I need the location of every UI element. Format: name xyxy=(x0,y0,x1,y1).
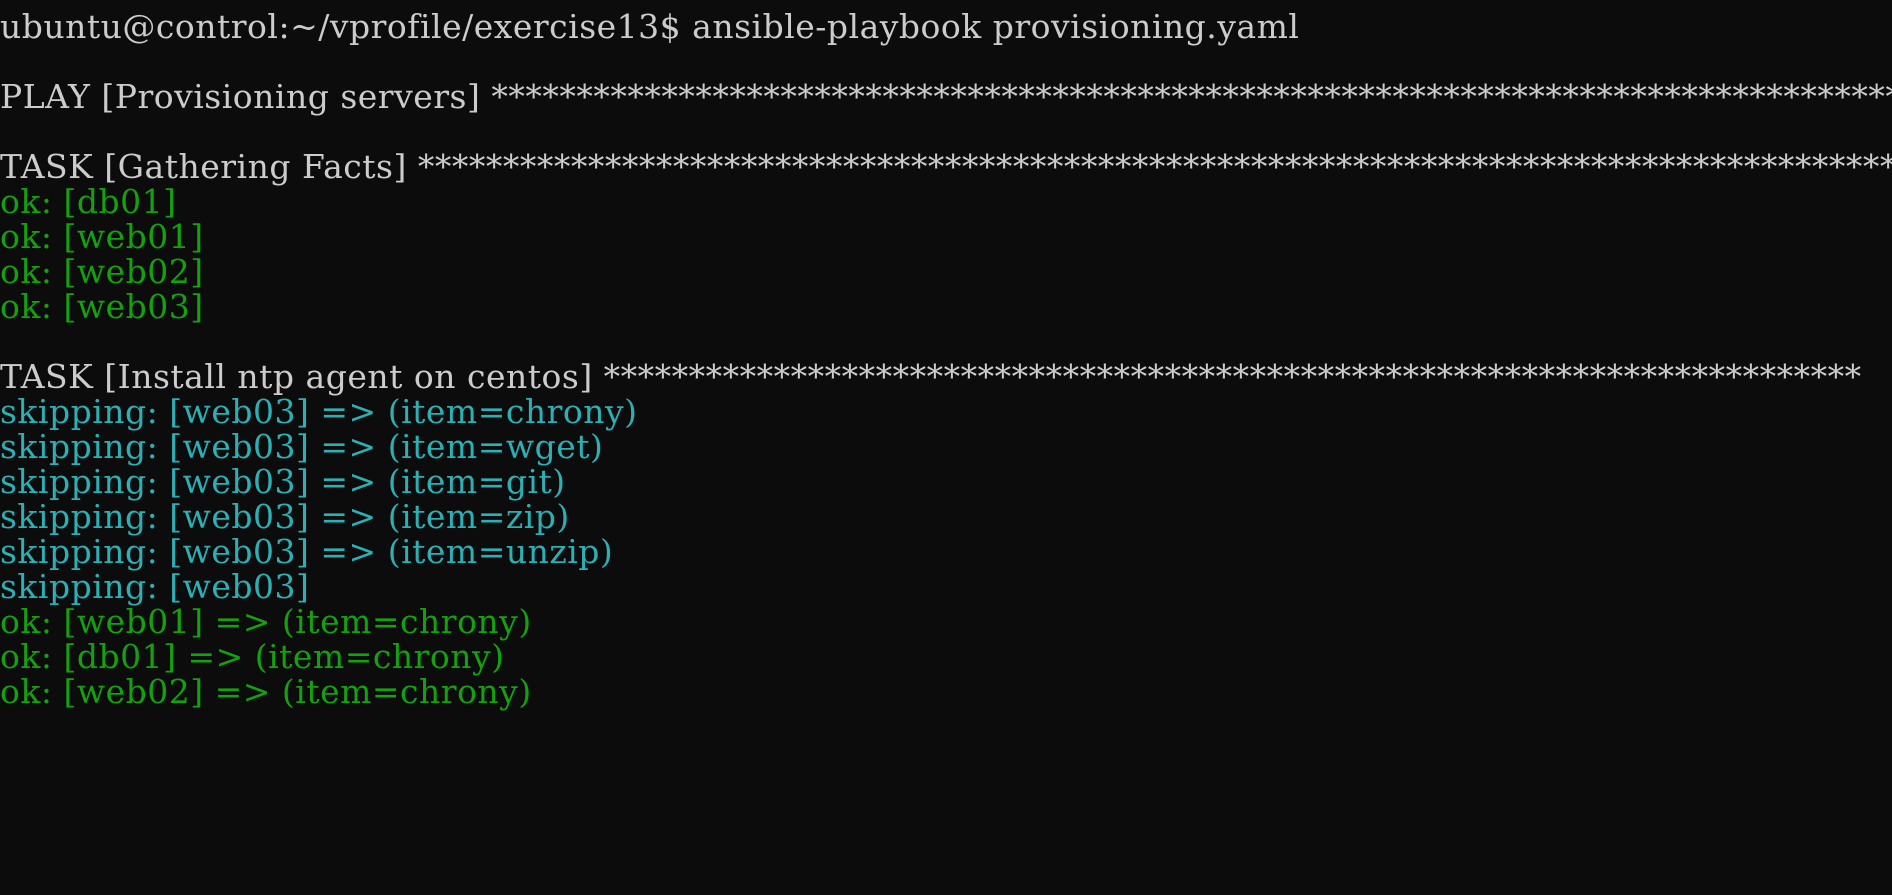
shell-prompt-command: ubuntu@control:~/vprofile/exercise13$ an… xyxy=(0,7,1300,46)
play-header: PLAY [Provisioning servers] ************… xyxy=(0,77,1892,116)
task-header-gathering-facts: TASK [Gathering Facts] *****************… xyxy=(0,147,1892,186)
terminal-window[interactable]: · · · · · · · · · · · · · · · · · · · · … xyxy=(0,0,1892,895)
task-result-ok: ok: [web03] xyxy=(0,287,204,326)
task-result-ok: ok: [web02] => (item=chrony) xyxy=(0,672,532,711)
